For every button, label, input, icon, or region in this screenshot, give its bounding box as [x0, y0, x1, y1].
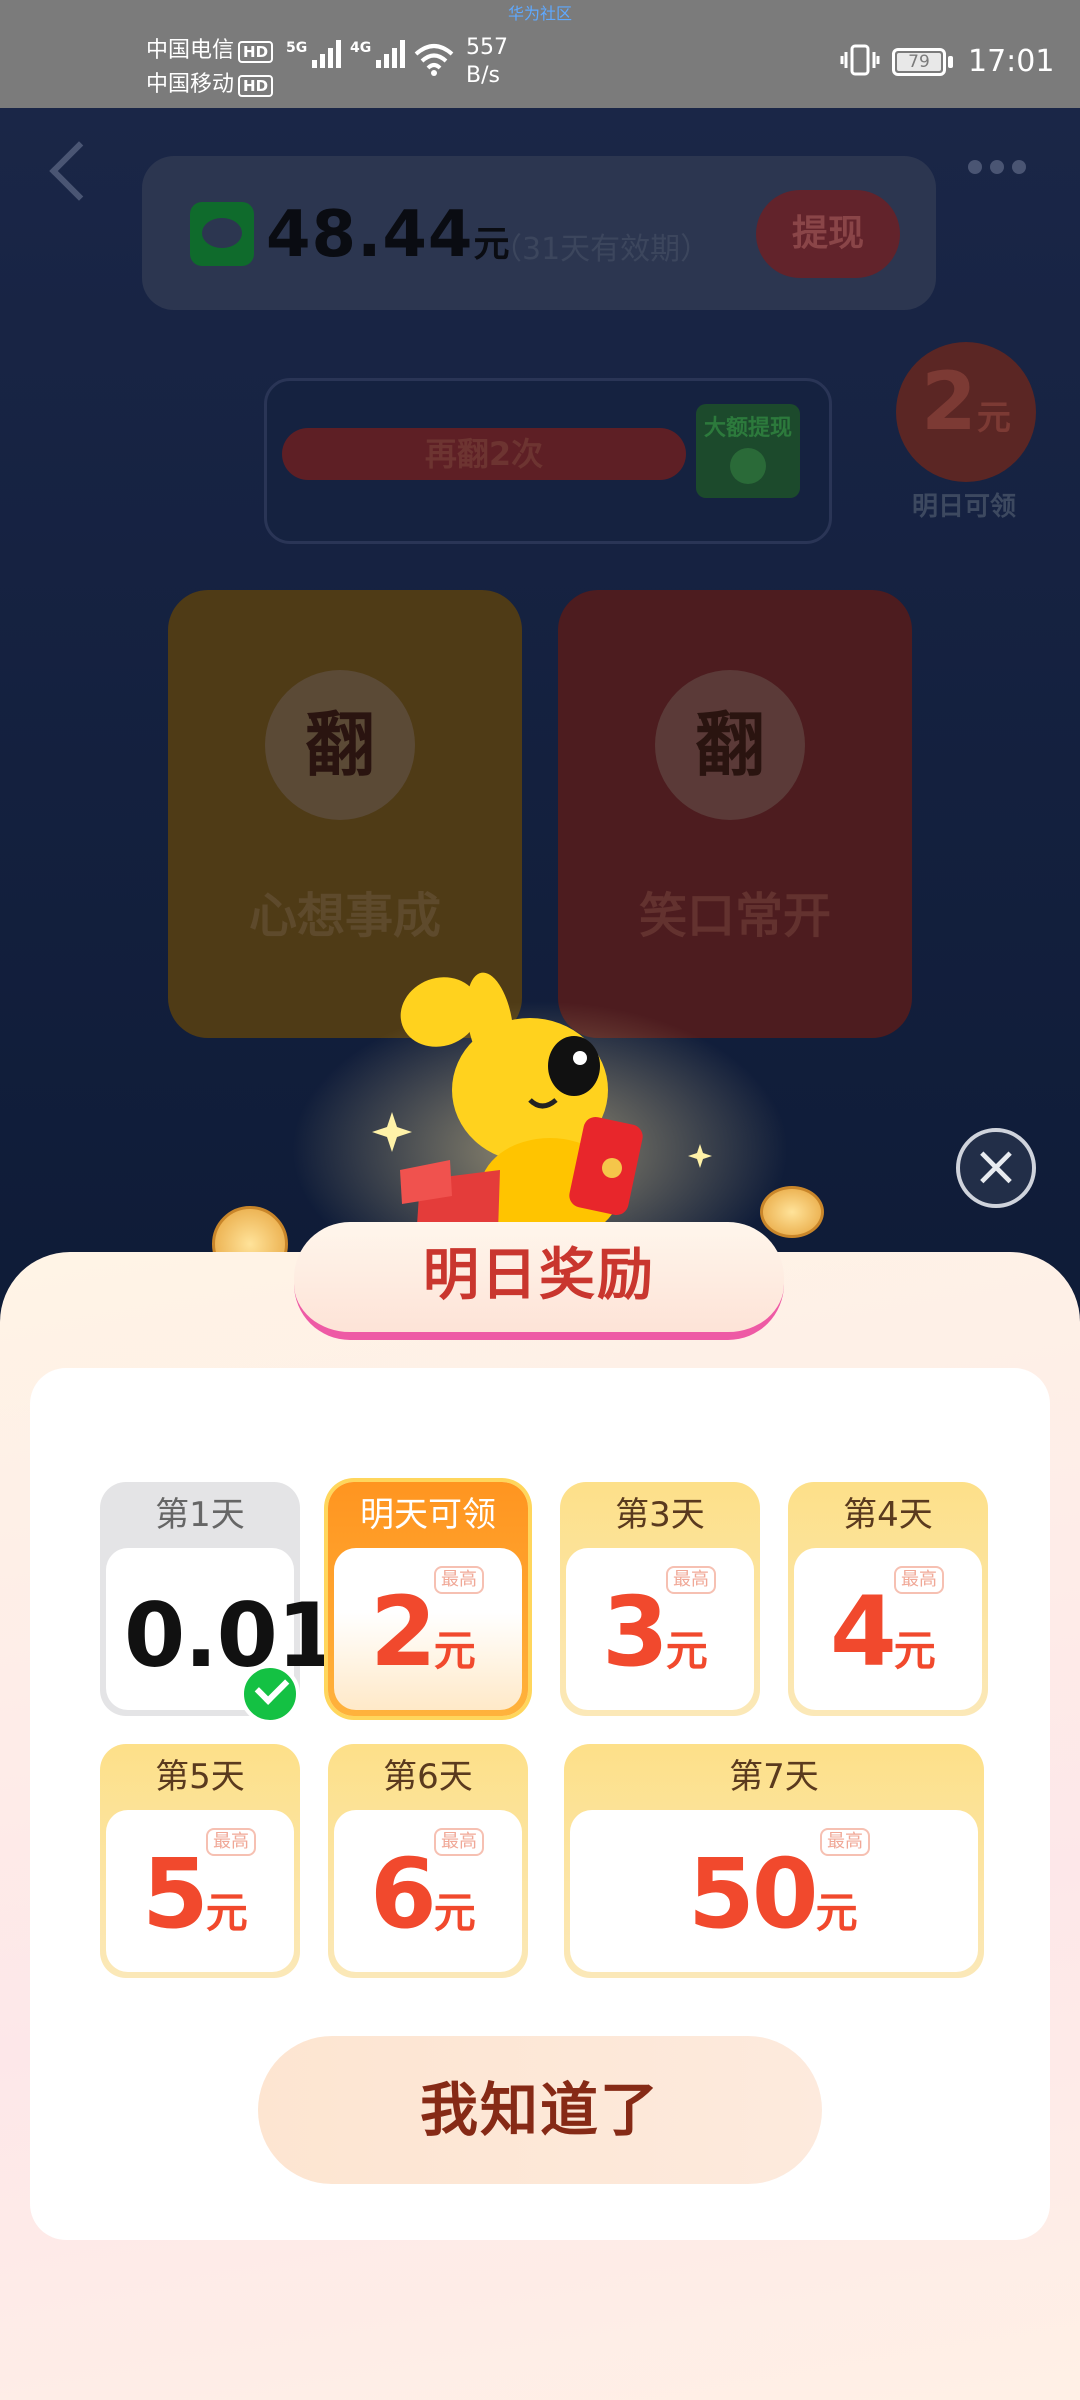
- close-button[interactable]: ×: [956, 1128, 1036, 1208]
- signal-4g-icon: 4G: [350, 40, 406, 68]
- day-label: 明天可领: [360, 1495, 496, 1535]
- coin-icon: [760, 1186, 824, 1238]
- big-withdraw-badge: 大额提现: [696, 404, 800, 498]
- day-value-unit: 元: [433, 1888, 476, 1937]
- day-card-body: 最高 2元: [334, 1548, 522, 1710]
- sparkle-icon: [372, 1112, 412, 1152]
- day-value-unit: 元: [815, 1888, 858, 1937]
- sheet-title: 明日奖励: [423, 1243, 655, 1308]
- day-card-6: 第6天 最高 6元: [328, 1744, 528, 1978]
- hd-badge: HD: [238, 41, 274, 63]
- day-card-body: 最高 5元: [106, 1810, 294, 1972]
- day-value-number: 6: [370, 1838, 437, 1950]
- tomorrow-reward-circle[interactable]: 2元: [896, 342, 1036, 482]
- day-value-number: 4: [830, 1576, 897, 1688]
- day-label: 第3天: [615, 1495, 705, 1535]
- day-value: 2元: [370, 1576, 476, 1688]
- speed-value: 557: [466, 35, 508, 60]
- got-it-button[interactable]: 我知道了: [258, 2036, 822, 2184]
- sparkle-icon: [688, 1144, 712, 1168]
- status-bar: 华为社区 中国电信 HD 中国移动 HD 5G 4G 557 B/s 79 17:0…: [0, 0, 1080, 108]
- day-label: 第1天: [155, 1495, 245, 1535]
- day-card-2: 明天可领 最高 2元: [328, 1482, 528, 1716]
- vibrate-icon: [840, 44, 880, 76]
- wifi-icon: [414, 44, 454, 76]
- day-value-number: 0.01: [124, 1584, 338, 1687]
- envelope-right-text: 笑口常开: [638, 888, 831, 944]
- day-value-number: 5: [142, 1838, 209, 1950]
- speed-unit: B/s: [466, 63, 500, 88]
- flip-progress-bar: 再翻2次: [282, 428, 686, 480]
- day-value-unit: 元: [893, 1626, 936, 1675]
- wechat-icon: [190, 202, 254, 266]
- big-withdraw-label: 大额提现: [703, 416, 792, 441]
- day-value: 4元: [830, 1576, 936, 1688]
- day-label: 第5天: [155, 1757, 245, 1797]
- net-5g-label: 5G: [286, 40, 308, 56]
- carrier-info: 中国电信 HD 中国移动 HD: [146, 34, 274, 102]
- day-card-7: 第7天 最高 50元: [564, 1744, 984, 1978]
- day-value: 3元: [602, 1576, 708, 1688]
- claimed-check-icon: [240, 1664, 300, 1724]
- sheet-title-tab: 明日奖励: [294, 1222, 784, 1340]
- more-icon[interactable]: [968, 160, 1026, 174]
- day-value-unit: 元: [205, 1888, 248, 1937]
- day-value: 50元: [688, 1838, 858, 1950]
- day-card-4: 第4天 最高 4元: [788, 1482, 988, 1716]
- day-label: 第4天: [843, 1495, 933, 1535]
- rabbit-mascot-icon: [400, 972, 643, 1242]
- battery-tip: [948, 56, 953, 68]
- withdraw-button[interactable]: 提现: [756, 190, 900, 278]
- close-icon: ×: [972, 1134, 1020, 1199]
- day-card-3: 第3天 最高 3元: [560, 1482, 760, 1716]
- reward-amount: 2: [921, 355, 977, 448]
- day-value-unit: 元: [665, 1626, 708, 1675]
- carrier-1: 中国电信: [146, 38, 235, 63]
- day-card-5: 第5天 最高 5元: [100, 1744, 300, 1978]
- battery-icon: 79: [892, 48, 946, 76]
- reward-unit: 元: [976, 398, 1011, 438]
- flip-button[interactable]: 翻: [265, 670, 415, 820]
- day-value-number: 3: [602, 1576, 669, 1688]
- day-card-body: 最高 6元: [334, 1810, 522, 1972]
- carrier-2: 中国移动: [146, 72, 235, 97]
- day-card-body: 最高 3元: [566, 1548, 754, 1710]
- battery-level: 79: [897, 53, 941, 71]
- day-value-number: 2: [370, 1576, 437, 1688]
- day-value-number: 50: [688, 1838, 819, 1950]
- envelope-left-text: 心想事成: [248, 888, 441, 944]
- day-label: 第6天: [383, 1757, 473, 1797]
- day-value: 0.01: [124, 1584, 338, 1687]
- signal-5g-icon: 5G: [286, 40, 342, 68]
- day-card-body: 最高 4元: [794, 1548, 982, 1710]
- balance-value: 48.44: [266, 198, 474, 272]
- day-value-unit: 元: [433, 1626, 476, 1675]
- day-label: 第7天: [729, 1757, 819, 1797]
- status-top-label: 华为社区: [508, 4, 573, 23]
- hd-badge: HD: [238, 75, 274, 97]
- day-value: 5元: [142, 1838, 248, 1950]
- balance-validity: （31天有效期）: [492, 232, 711, 267]
- clock: 17:01: [968, 44, 1055, 79]
- balance-amount: 48.44元: [266, 198, 510, 272]
- tomorrow-label: 明日可领: [912, 492, 1017, 522]
- net-4g-label: 4G: [350, 40, 372, 56]
- flip-button[interactable]: 翻: [655, 670, 805, 820]
- network-speed: 557 B/s: [466, 34, 508, 90]
- check-icon: [730, 448, 766, 484]
- day-card-body: 最高 50元: [570, 1810, 978, 1972]
- day-value: 6元: [370, 1838, 476, 1950]
